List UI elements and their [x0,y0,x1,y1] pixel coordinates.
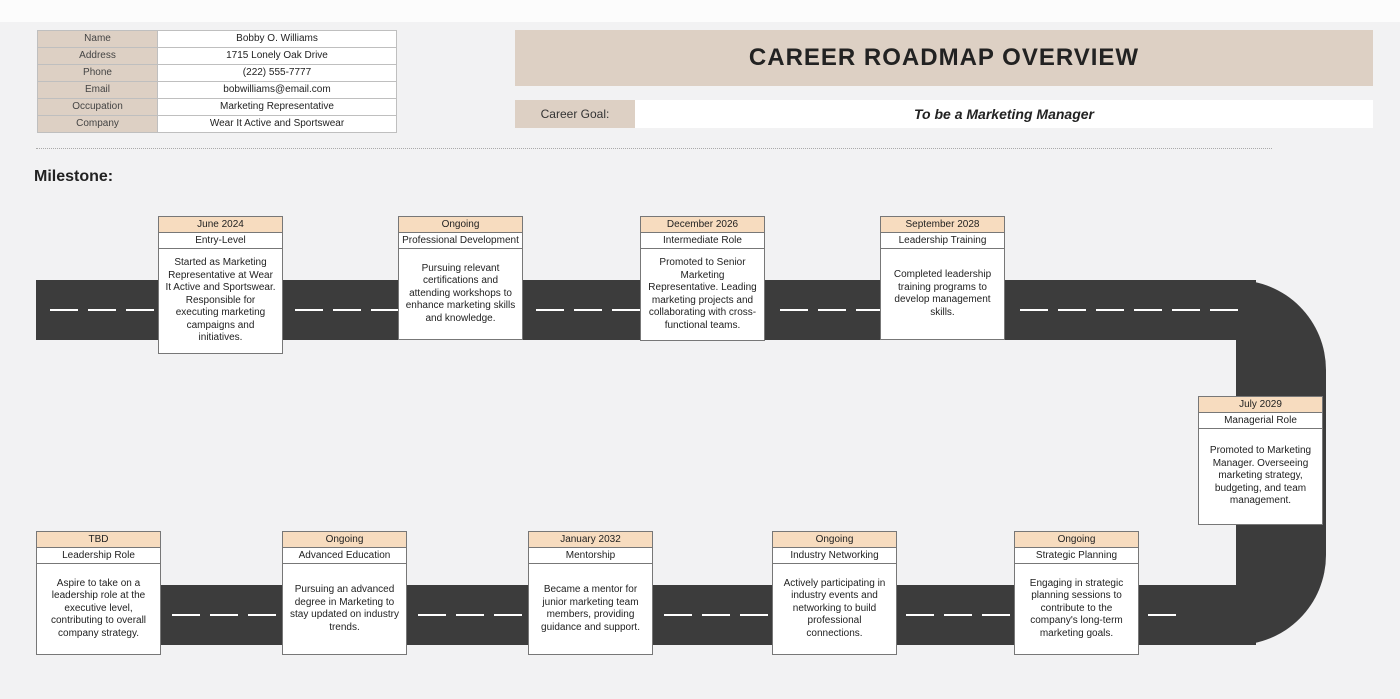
info-phone-label: Phone [38,65,158,82]
milestone-body: Pursuing relevant certifications and att… [399,249,522,339]
dash-icon [371,309,399,311]
dash-icon [418,614,446,616]
personal-info-table: Name Bobby O. Williams Address 1715 Lone… [37,30,397,133]
milestone-category: Strategic Planning [1015,548,1138,564]
dash-icon [944,614,972,616]
info-address-label: Address [38,48,158,65]
career-goal-row: Career Goal: To be a Marketing Manager [515,100,1373,128]
dash-icon [50,309,78,311]
dash-icon [818,309,846,311]
milestone-card: OngoingStrategic PlanningEngaging in str… [1014,531,1139,655]
info-occupation-value: Marketing Representative [158,99,397,116]
milestone-category: Professional Development [399,233,522,249]
dash-icon [333,309,361,311]
dash-icon [982,614,1010,616]
info-occupation-label: Occupation [38,99,158,116]
milestone-body: Promoted to Senior Marketing Representat… [641,249,764,340]
milestone-card: September 2028Leadership TrainingComplet… [880,216,1005,340]
milestone-card: OngoingAdvanced EducationPursuing an adv… [282,531,407,655]
milestone-card: July 2029Managerial RolePromoted to Mark… [1198,396,1323,525]
milestone-date: December 2026 [641,217,764,233]
milestone-card: January 2032MentorshipBecame a mentor fo… [528,531,653,655]
dash-icon [1020,309,1048,311]
info-email-value: bobwilliams@email.com [158,82,397,99]
overview-title-block: CAREER ROADMAP OVERVIEW [515,30,1373,86]
milestone-card: OngoingIndustry NetworkingActively parti… [772,531,897,655]
info-email-label: Email [38,82,158,99]
milestone-body: Completed leadership training programs t… [881,249,1004,339]
milestone-date: January 2032 [529,532,652,548]
milestone-body: Aspire to take on a leadership role at t… [37,564,160,654]
dash-icon [536,309,564,311]
milestone-body: Engaging in strategic planning sessions … [1015,564,1138,654]
dash-icon [210,614,238,616]
info-company-value: Wear It Active and Sportswear [158,116,397,133]
milestone-body: Became a mentor for junior marketing tea… [529,564,652,654]
dash-icon [295,309,323,311]
info-company-label: Company [38,116,158,133]
dash-icon [172,614,200,616]
dash-icon [574,309,602,311]
milestone-header: Milestone: [34,168,113,186]
milestone-body: Actively participating in industry event… [773,564,896,654]
milestone-date: September 2028 [881,217,1004,233]
section-divider [36,148,1272,149]
info-address-value: 1715 Lonely Oak Drive [158,48,397,65]
info-name-label: Name [38,31,158,48]
milestone-date: June 2024 [159,217,282,233]
milestone-category: Entry-Level [159,233,282,249]
career-roadmap-page: Name Bobby O. Williams Address 1715 Lone… [0,0,1400,699]
dash-icon [664,614,692,616]
milestone-body: Pursuing an advanced degree in Marketing… [283,564,406,654]
milestone-date: Ongoing [1015,532,1138,548]
milestone-body: Promoted to Marketing Manager. Overseein… [1199,429,1322,524]
milestone-category: Managerial Role [1199,413,1322,429]
career-goal-value: To be a Marketing Manager [635,100,1373,128]
dash-icon [906,614,934,616]
dash-icon [1096,309,1124,311]
info-name-value: Bobby O. Williams [158,31,397,48]
dash-icon [1148,614,1176,616]
dash-icon [1210,309,1238,311]
milestone-date: Ongoing [283,532,406,548]
dash-icon [740,614,768,616]
milestone-date: July 2029 [1199,397,1322,413]
dash-icon [702,614,730,616]
dash-icon [1172,309,1200,311]
milestone-category: Mentorship [529,548,652,564]
milestone-card: June 2024Entry-LevelStarted as Marketing… [158,216,283,354]
top-bar-blank [0,0,1400,22]
milestone-category: Leadership Role [37,548,160,564]
dash-icon [126,309,154,311]
dash-icon [248,614,276,616]
dash-icon [456,614,484,616]
milestone-category: Intermediate Role [641,233,764,249]
milestone-body: Started as Marketing Representative at W… [159,249,282,353]
milestone-card: TBDLeadership RoleAspire to take on a le… [36,531,161,655]
dash-icon [612,309,640,311]
milestone-card: December 2026Intermediate RolePromoted t… [640,216,765,341]
dash-icon [494,614,522,616]
dash-icon [88,309,116,311]
milestone-date: TBD [37,532,160,548]
dash-icon [1134,309,1162,311]
info-phone-value: (222) 555-7777 [158,65,397,82]
milestone-date: Ongoing [773,532,896,548]
milestone-date: Ongoing [399,217,522,233]
overview-title: CAREER ROADMAP OVERVIEW [749,44,1139,72]
milestone-card: OngoingProfessional DevelopmentPursuing … [398,216,523,340]
career-goal-label: Career Goal: [515,100,635,128]
milestone-category: Leadership Training [881,233,1004,249]
milestone-category: Advanced Education [283,548,406,564]
dash-icon [1058,309,1086,311]
dash-icon [780,309,808,311]
milestone-category: Industry Networking [773,548,896,564]
